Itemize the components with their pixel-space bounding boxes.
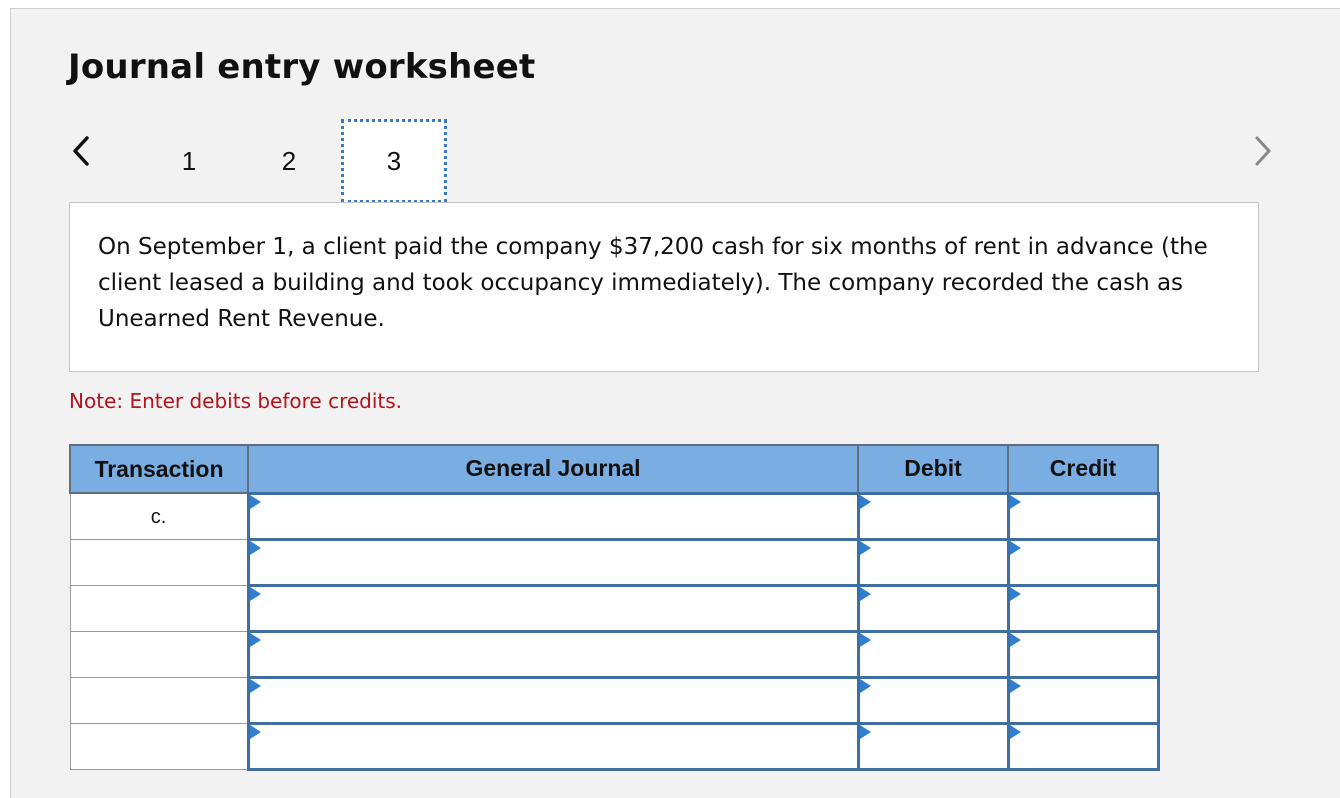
tab-1[interactable]: 1 [139,119,239,203]
credit-input[interactable] [1006,537,1160,587]
journal-header-row: Transaction General Journal Debit Credit [69,444,1159,494]
debit-input[interactable] [856,537,1010,587]
table-row: c. [69,491,1160,541]
general-journal-input[interactable] [246,675,860,725]
general-journal-input[interactable] [246,629,860,679]
debit-input[interactable] [856,675,1010,725]
debit-input[interactable] [856,583,1010,633]
table-row [69,537,1160,587]
tab-2-label: 2 [281,145,297,176]
transaction-cell: c. [69,492,249,540]
journal-table: Transaction General Journal Debit Credit… [69,444,1160,771]
transaction-cell [69,584,249,632]
input-marker-icon [859,678,871,693]
tab-3-label: 3 [386,145,402,176]
table-row [69,675,1160,725]
chevron-right-icon [1255,136,1271,166]
transaction-cell [69,630,249,678]
general-journal-input[interactable] [246,721,860,771]
table-row [69,721,1160,771]
input-marker-icon [249,724,261,739]
transaction-label: c. [150,506,167,528]
prev-arrow-button[interactable] [67,133,97,169]
chevron-left-icon [73,136,89,166]
transaction-cell [69,538,249,586]
credit-input[interactable] [1006,583,1160,633]
page-title: Journal entry worksheet [68,47,536,87]
credit-input[interactable] [1006,491,1160,541]
table-row [69,629,1160,679]
credit-input[interactable] [1006,721,1160,771]
table-row [69,583,1160,633]
transaction-description-box: On September 1, a client paid the compan… [69,202,1259,372]
input-marker-icon [859,494,871,509]
input-marker-icon [859,632,871,647]
input-marker-icon [859,540,871,555]
header-debit: Debit [857,444,1009,494]
input-marker-icon [249,586,261,601]
input-marker-icon [249,632,261,647]
general-journal-input[interactable] [246,537,860,587]
general-journal-input[interactable] [246,583,860,633]
tab-3[interactable]: 3 [341,119,447,203]
input-marker-icon [859,586,871,601]
transaction-cell [69,676,249,724]
debit-input[interactable] [856,721,1010,771]
credit-input[interactable] [1006,629,1160,679]
header-credit: Credit [1007,444,1159,494]
input-marker-icon [1009,678,1021,693]
input-marker-icon [1009,494,1021,509]
credit-input[interactable] [1006,675,1160,725]
debit-input[interactable] [856,491,1010,541]
input-marker-icon [249,494,261,509]
transaction-description: On September 1, a client paid the compan… [98,234,1208,332]
header-transaction: Transaction [69,444,249,494]
transaction-cell [69,722,249,770]
input-marker-icon [1009,724,1021,739]
input-marker-icon [1009,540,1021,555]
general-journal-input[interactable] [246,491,860,541]
input-marker-icon [859,724,871,739]
input-marker-icon [249,678,261,693]
debit-input[interactable] [856,629,1010,679]
note-text: Note: Enter debits before credits. [69,389,403,413]
tab-2[interactable]: 2 [239,119,339,203]
header-general-journal: General Journal [247,444,859,494]
next-arrow-button[interactable] [1247,133,1277,169]
input-marker-icon [1009,586,1021,601]
worksheet-panel: Journal entry worksheet 1 2 3 On Septemb… [10,8,1340,798]
input-marker-icon [249,540,261,555]
input-marker-icon [1009,632,1021,647]
tab-1-label: 1 [181,145,197,176]
